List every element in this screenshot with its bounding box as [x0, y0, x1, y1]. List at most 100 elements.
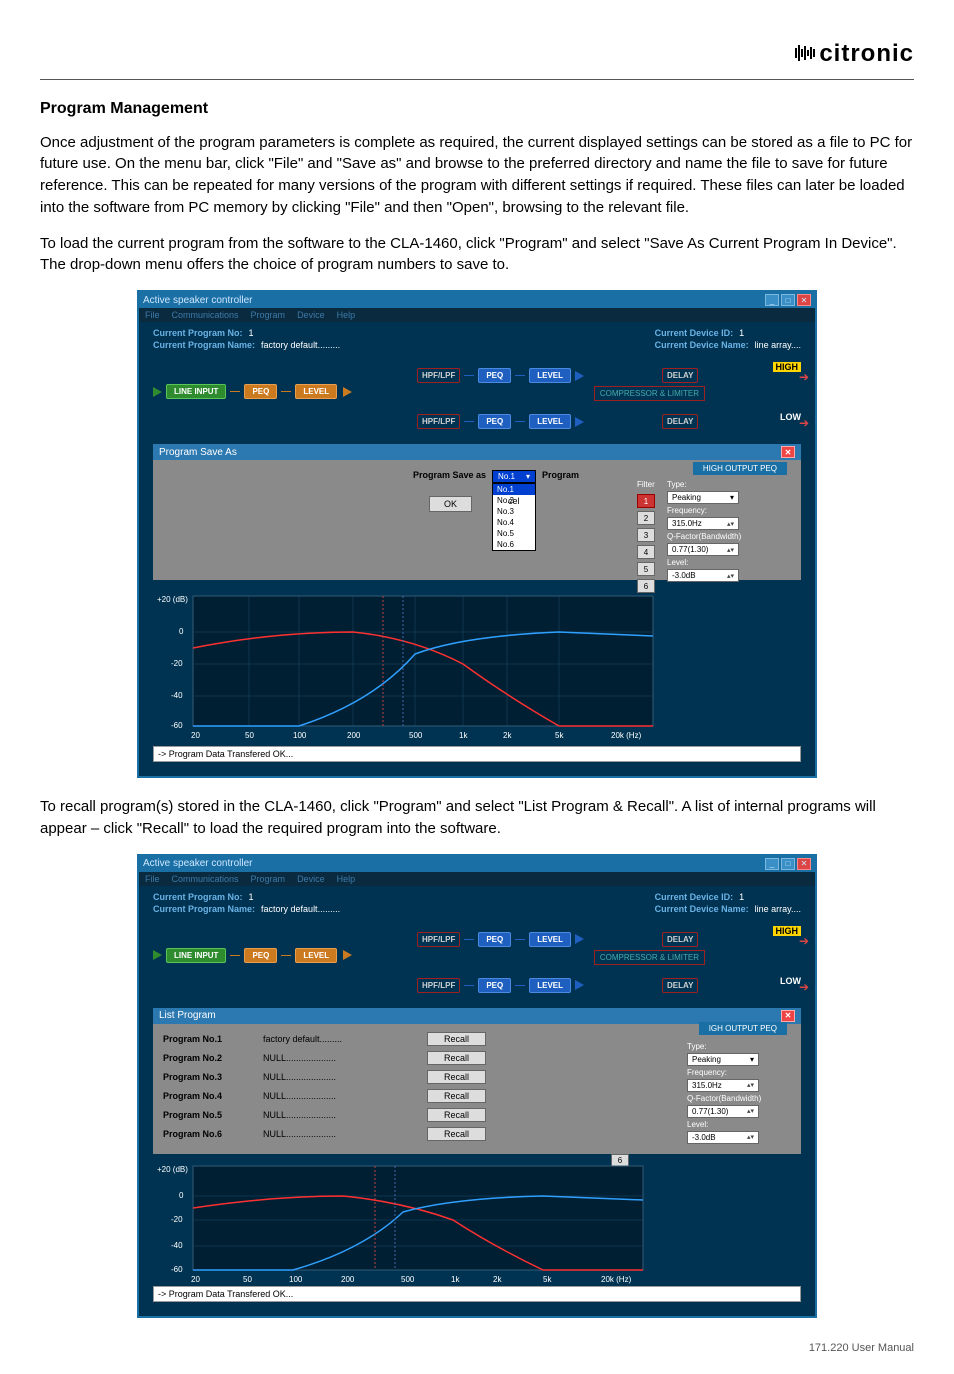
menu-communications[interactable]: Communications: [172, 310, 239, 320]
program-name: Program No.6: [163, 1129, 249, 1139]
signal-flow: HIGH ➔ LOW ➔ LINE INPUT PEQ LEVEL HPF/LP…: [139, 918, 815, 1008]
minimize-button[interactable]: _: [765, 858, 779, 870]
node-input-peq[interactable]: PEQ: [244, 948, 277, 963]
label-device-name: Current Device Name:: [655, 904, 749, 914]
level-stepper[interactable]: -3.0dB▴▾: [687, 1131, 759, 1144]
filter-button-4[interactable]: 4: [637, 545, 655, 559]
recall-button[interactable]: Recall: [427, 1127, 486, 1141]
node-low-peq[interactable]: PEQ: [478, 414, 511, 429]
recall-button[interactable]: Recall: [427, 1051, 486, 1065]
recall-button[interactable]: Recall: [427, 1070, 486, 1084]
value-device-id: 1: [739, 328, 744, 338]
close-button[interactable]: ✕: [797, 858, 811, 870]
type-label: Type:: [687, 1042, 761, 1051]
spinner-icon: ▴▾: [747, 1081, 754, 1089]
menu-help[interactable]: Help: [337, 310, 356, 320]
node-high-hpf-lpf[interactable]: HPF/LPF: [417, 368, 460, 383]
node-low-level[interactable]: LEVEL: [529, 978, 571, 993]
filter-button-6[interactable]: 6: [611, 1154, 629, 1168]
node-input-level[interactable]: LEVEL: [295, 948, 337, 963]
close-button[interactable]: ✕: [797, 294, 811, 306]
status-bar: -> Program Data Transfered OK...: [153, 746, 801, 762]
status-bar: -> Program Data Transfered OK...: [153, 1286, 801, 1302]
minimize-button[interactable]: _: [765, 294, 779, 306]
recall-button[interactable]: Recall: [427, 1108, 486, 1122]
node-low-hpf-lpf[interactable]: HPF/LPF: [417, 414, 460, 429]
dd-option[interactable]: No.6: [493, 539, 535, 550]
node-line-input[interactable]: LINE INPUT: [166, 948, 226, 963]
window-titlebar: Active speaker controller _ □ ✕: [139, 292, 815, 308]
menu-file[interactable]: File: [145, 874, 160, 884]
menu-file[interactable]: File: [145, 310, 160, 320]
node-high-peq[interactable]: PEQ: [478, 932, 511, 947]
label-device-id: Current Device ID:: [655, 328, 734, 338]
program-word: Program: [542, 470, 579, 480]
type-label: Type:: [667, 480, 741, 489]
dd-option[interactable]: No.5: [493, 528, 535, 539]
menu-program[interactable]: Program: [251, 874, 286, 884]
q-stepper[interactable]: 0.77(1.30)▴▾: [687, 1105, 759, 1118]
dd-option[interactable]: No.4: [493, 517, 535, 528]
paragraph-save: To load the current program from the sof…: [40, 233, 914, 277]
menu-device[interactable]: Device: [297, 310, 325, 320]
program-number-dropdown[interactable]: No.1▾ No.1 No.2 No.3 No.4 No.5 No.6: [492, 470, 536, 483]
recall-button[interactable]: Recall: [427, 1032, 486, 1046]
peq-panel-title: IGH OUTPUT PEQ: [699, 1022, 787, 1035]
dialog-close-button[interactable]: ✕: [781, 446, 795, 458]
node-low-level[interactable]: LEVEL: [529, 414, 571, 429]
dialog-body-save: HIGH OUTPUT PEQ Filter 1 2 3 4 5 6 Type:…: [153, 460, 801, 580]
arrow-icon: [575, 980, 584, 990]
maximize-button[interactable]: □: [781, 858, 795, 870]
node-line-input[interactable]: LINE INPUT: [166, 384, 226, 399]
window-title: Active speaker controller: [143, 295, 253, 306]
app-window: Active speaker controller _ □ ✕ File Com…: [137, 854, 817, 1318]
node-input-level[interactable]: LEVEL: [295, 384, 337, 399]
type-select[interactable]: Peaking▾: [687, 1053, 759, 1066]
node-low-delay[interactable]: DELAY: [662, 978, 698, 993]
node-low-hpf-lpf[interactable]: HPF/LPF: [417, 978, 460, 993]
filter-button-6[interactable]: 6: [637, 579, 655, 593]
arrow-icon: [575, 934, 584, 944]
spinner-icon: ▴▾: [747, 1107, 754, 1115]
level-stepper[interactable]: -3.0dB▴▾: [667, 569, 739, 582]
arrow-icon: [575, 371, 584, 381]
menu-program[interactable]: Program: [251, 310, 286, 320]
maximize-button[interactable]: □: [781, 294, 795, 306]
type-select[interactable]: Peaking▾: [667, 491, 739, 504]
menu-communications[interactable]: Communications: [172, 874, 239, 884]
filter-button-1[interactable]: 1: [637, 494, 655, 508]
value-prog-name: factory default.........: [261, 904, 340, 914]
high-label: HIGH: [773, 362, 802, 372]
node-compressor-limiter[interactable]: COMPRESSOR & LIMITER: [594, 386, 705, 401]
freq-stepper[interactable]: 315.0Hz▴▾: [667, 517, 739, 530]
node-high-delay[interactable]: DELAY: [662, 368, 698, 383]
menu-help[interactable]: Help: [337, 874, 356, 884]
node-compressor-limiter[interactable]: COMPRESSOR & LIMITER: [594, 950, 705, 965]
dd-option[interactable]: No.1: [493, 484, 535, 495]
freq-stepper[interactable]: 315.0Hz▴▾: [687, 1079, 759, 1092]
label-prog-no: Current Program No:: [153, 892, 243, 902]
node-low-delay[interactable]: DELAY: [662, 414, 698, 429]
filter-button-2[interactable]: 2: [637, 511, 655, 525]
node-high-level[interactable]: LEVEL: [529, 368, 571, 383]
filter-button-3[interactable]: 3: [637, 528, 655, 542]
save-as-label: Program Save as: [413, 470, 486, 480]
q-stepper[interactable]: 0.77(1.30)▴▾: [667, 543, 739, 556]
ok-button[interactable]: OK: [429, 496, 472, 512]
level-label: Level:: [687, 1120, 761, 1129]
filter-label: Filter: [637, 480, 655, 489]
input-arrow-icon: [153, 950, 162, 960]
filter-button-5[interactable]: 5: [637, 562, 655, 576]
figure-save-as: Active speaker controller _ □ ✕ File Com…: [40, 290, 914, 778]
node-high-hpf-lpf[interactable]: HPF/LPF: [417, 932, 460, 947]
program-name: Program No.3: [163, 1072, 249, 1082]
node-input-peq[interactable]: PEQ: [244, 384, 277, 399]
dialog-close-button[interactable]: ✕: [781, 1010, 795, 1022]
recall-button[interactable]: Recall: [427, 1089, 486, 1103]
node-high-delay[interactable]: DELAY: [662, 932, 698, 947]
menu-device[interactable]: Device: [297, 874, 325, 884]
node-high-peq[interactable]: PEQ: [478, 368, 511, 383]
app-window: Active speaker controller _ □ ✕ File Com…: [137, 290, 817, 778]
node-low-peq[interactable]: PEQ: [478, 978, 511, 993]
node-high-level[interactable]: LEVEL: [529, 932, 571, 947]
